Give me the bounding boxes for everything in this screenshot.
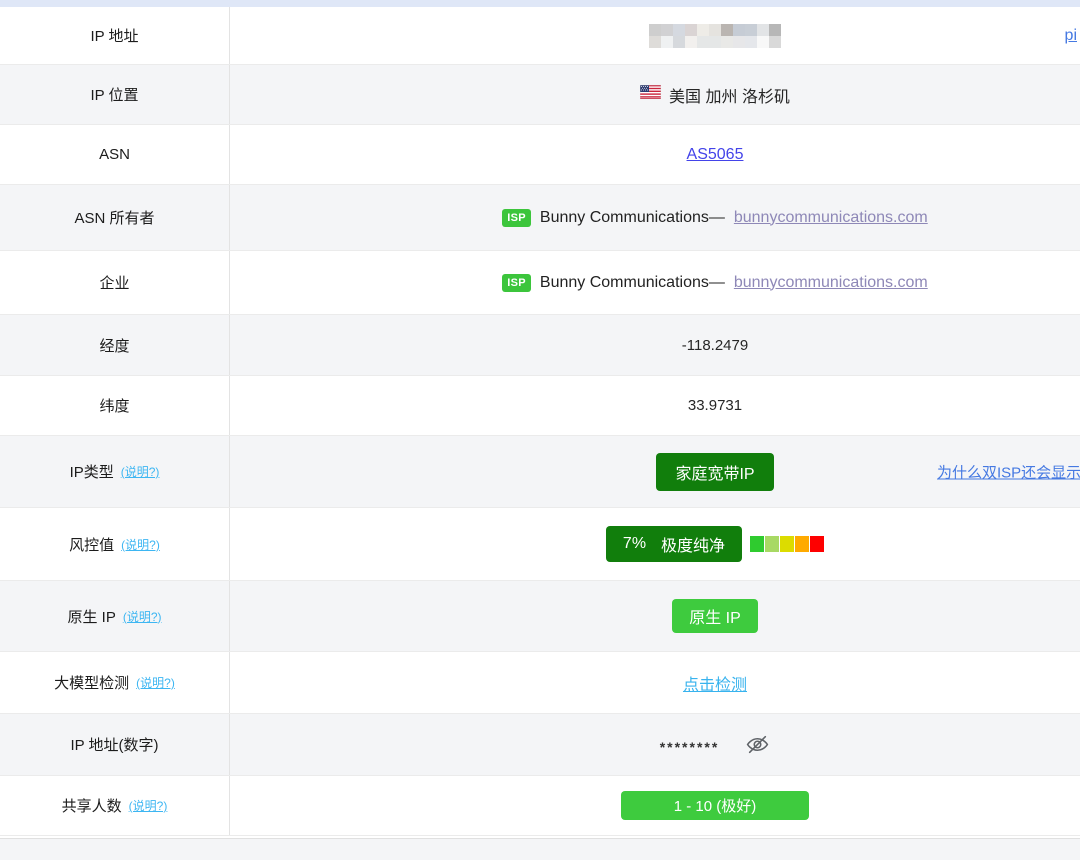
longitude-value: -118.2479 bbox=[682, 337, 748, 354]
company-name: Bunny Communications— bbox=[540, 274, 725, 292]
row-label: ASN 所有者 bbox=[74, 207, 154, 228]
dual-isp-explain-link[interactable]: 为什么双ISP还会显示" bbox=[937, 461, 1080, 482]
table-row-company: 企业 ISP Bunny Communications— bunnycommun… bbox=[0, 251, 1080, 315]
table-row-ip-number: IP 地址(数字) ******** bbox=[0, 714, 1080, 776]
ip-info-page: IP 地址 pi IP 位置 bbox=[0, 0, 1080, 860]
redacted-ip-mosaic bbox=[649, 24, 781, 48]
asn-owner-name: Bunny Communications— bbox=[540, 209, 725, 227]
asn-owner-domain-link[interactable]: bunnycommunications.com bbox=[734, 209, 928, 227]
row-label: 纬度 bbox=[99, 395, 129, 416]
row-label: IP 地址 bbox=[90, 25, 138, 46]
risk-percent: 7% bbox=[623, 535, 646, 553]
row-label: IP类型 bbox=[70, 461, 114, 482]
shared-users-help-link[interactable]: (说明?) bbox=[129, 797, 168, 814]
risk-scale-bar bbox=[750, 536, 824, 552]
row-label: 经度 bbox=[99, 335, 129, 356]
native-ip-help-link[interactable]: (说明?) bbox=[123, 608, 162, 625]
company-domain-link[interactable]: bunnycommunications.com bbox=[734, 274, 928, 292]
ip-location-text: 美国 加州 洛杉矶 bbox=[669, 83, 790, 107]
risk-label: 极度纯净 bbox=[661, 532, 725, 556]
ip-type-help-link[interactable]: (说明?) bbox=[121, 463, 160, 480]
table-row-longitude: 经度 -118.2479 bbox=[0, 315, 1080, 376]
table-row-ip-type: IP类型 (说明?) 家庭宽带IP 为什么双ISP还会显示" bbox=[0, 436, 1080, 508]
row-label: IP 地址(数字) bbox=[70, 734, 158, 755]
row-label: IP 位置 bbox=[90, 84, 138, 105]
risk-score-badge[interactable]: 7% 极度纯净 bbox=[606, 526, 742, 562]
row-label: 企业 bbox=[99, 272, 129, 293]
external-ip-tool-link[interactable]: pi bbox=[1065, 27, 1077, 45]
table-row-shared-users: 共享人数 (说明?) 1 - 10 (极好) bbox=[0, 776, 1080, 836]
shared-users-badge[interactable]: 1 - 10 (极好) bbox=[621, 791, 809, 820]
row-label: 大模型检测 bbox=[54, 672, 129, 693]
row-label: 原生 IP bbox=[67, 606, 115, 627]
table-row-ip-address: IP 地址 pi bbox=[0, 7, 1080, 65]
table-row-asn: ASN AS5065 bbox=[0, 125, 1080, 185]
footer-strip bbox=[0, 838, 1080, 860]
table-row-ip-location: IP 位置 bbox=[0, 65, 1080, 125]
llm-detect-action-link[interactable]: 点击检测 bbox=[683, 671, 747, 695]
ip-info-table: IP 地址 pi IP 位置 bbox=[0, 7, 1080, 836]
eye-off-icon[interactable] bbox=[745, 732, 770, 757]
latitude-value: 33.9731 bbox=[688, 397, 742, 414]
risk-score-help-link[interactable]: (说明?) bbox=[121, 536, 160, 553]
masked-ip-number: ******** bbox=[660, 735, 720, 755]
table-row-llm-detect: 大模型检测 (说明?) 点击检测 bbox=[0, 652, 1080, 714]
native-ip-badge[interactable]: 原生 IP bbox=[672, 599, 758, 633]
row-label: ASN bbox=[99, 146, 130, 163]
top-accent-bar bbox=[0, 0, 1080, 7]
isp-badge: ISP bbox=[502, 209, 531, 227]
asn-link[interactable]: AS5065 bbox=[687, 146, 744, 164]
table-row-risk-score: 风控值 (说明?) 7% 极度纯净 bbox=[0, 508, 1080, 581]
row-label: 风控值 bbox=[69, 534, 114, 555]
llm-detect-help-link[interactable]: (说明?) bbox=[136, 674, 175, 691]
ip-type-badge[interactable]: 家庭宽带IP bbox=[656, 453, 773, 491]
table-row-native-ip: 原生 IP (说明?) 原生 IP bbox=[0, 581, 1080, 652]
table-row-latitude: 纬度 33.9731 bbox=[0, 376, 1080, 436]
row-label: 共享人数 bbox=[62, 795, 122, 816]
table-row-asn-owner: ASN 所有者 ISP Bunny Communications— bunnyc… bbox=[0, 185, 1080, 251]
us-flag-icon bbox=[640, 85, 661, 104]
isp-badge: ISP bbox=[502, 274, 531, 292]
